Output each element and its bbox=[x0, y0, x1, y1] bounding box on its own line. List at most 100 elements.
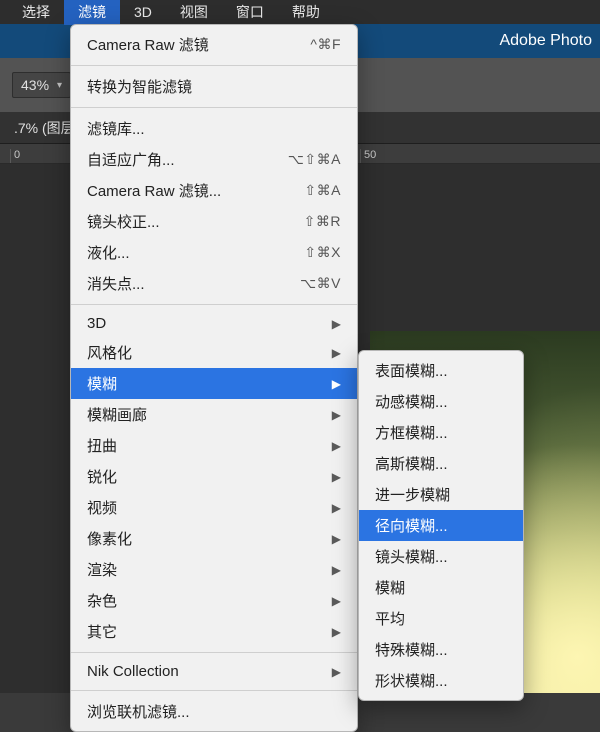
menu-window[interactable]: 窗口 bbox=[222, 0, 278, 25]
menu-item-label: 滤镜库... bbox=[87, 118, 145, 139]
menu-item-label: 平均 bbox=[375, 608, 405, 629]
blur-submenu: 表面模糊... 动感模糊... 方框模糊... 高斯模糊... 进一步模糊 径向… bbox=[358, 350, 524, 701]
menu-item-shortcut: ⌥⌘V bbox=[300, 275, 341, 292]
menu-separator bbox=[71, 304, 357, 305]
menu-item-3d[interactable]: 3D ▶ bbox=[71, 310, 357, 337]
menu-item-adaptive-wide-angle[interactable]: 自适应广角... ⌥⇧⌘A bbox=[71, 144, 357, 175]
menu-separator bbox=[71, 107, 357, 108]
menu-item-nik-collection[interactable]: Nik Collection ▶ bbox=[71, 658, 357, 685]
submenu-arrow-icon: ▶ bbox=[332, 470, 341, 484]
ruler-tick: 50 bbox=[360, 149, 430, 163]
menu-item-label: Nik Collection bbox=[87, 663, 179, 680]
menu-item-shortcut: ⇧⌘R bbox=[304, 213, 341, 230]
menu-item-label: 转换为智能滤镜 bbox=[87, 76, 192, 97]
submenu-arrow-icon: ▶ bbox=[332, 532, 341, 546]
menu-item-label: 表面模糊... bbox=[375, 360, 448, 381]
menu-help[interactable]: 帮助 bbox=[278, 0, 334, 25]
blur-average[interactable]: 平均 bbox=[359, 603, 523, 634]
menu-separator bbox=[71, 690, 357, 691]
zoom-value: 43% bbox=[21, 77, 49, 93]
menu-item-filter-gallery[interactable]: 滤镜库... bbox=[71, 113, 357, 144]
menu-item-distort[interactable]: 扭曲 ▶ bbox=[71, 430, 357, 461]
menu-separator bbox=[71, 652, 357, 653]
menu-item-label: 像素化 bbox=[87, 528, 132, 549]
menu-item-lens-correction[interactable]: 镜头校正... ⇧⌘R bbox=[71, 206, 357, 237]
menu-item-vanishing-point[interactable]: 消失点... ⌥⌘V bbox=[71, 268, 357, 299]
menu-filter[interactable]: 滤镜 bbox=[64, 0, 120, 25]
menu-item-convert-smart[interactable]: 转换为智能滤镜 bbox=[71, 71, 357, 102]
menu-item-shortcut: ⌥⇧⌘A bbox=[288, 151, 341, 168]
blur-radial[interactable]: 径向模糊... bbox=[359, 510, 523, 541]
blur-blur[interactable]: 模糊 bbox=[359, 572, 523, 603]
menu-item-liquify[interactable]: 液化... ⇧⌘X bbox=[71, 237, 357, 268]
menu-item-label: 镜头模糊... bbox=[375, 546, 448, 567]
blur-shape[interactable]: 形状模糊... bbox=[359, 665, 523, 696]
menu-item-label: 视频 bbox=[87, 497, 117, 518]
menu-item-label: 镜头校正... bbox=[87, 211, 160, 232]
menu-item-label: Camera Raw 滤镜... bbox=[87, 180, 221, 201]
menu-item-label: 形状模糊... bbox=[375, 670, 448, 691]
menu-item-noise[interactable]: 杂色 ▶ bbox=[71, 585, 357, 616]
menu-item-label: 模糊 bbox=[87, 373, 117, 394]
menu-item-stylize[interactable]: 风格化 ▶ bbox=[71, 337, 357, 368]
submenu-arrow-icon: ▶ bbox=[332, 377, 341, 391]
blur-surface[interactable]: 表面模糊... bbox=[359, 355, 523, 386]
submenu-arrow-icon: ▶ bbox=[332, 346, 341, 360]
zoom-select[interactable]: 43% ▾ bbox=[12, 72, 71, 98]
menu-item-label: 液化... bbox=[87, 242, 130, 263]
menu-view[interactable]: 视图 bbox=[166, 0, 222, 25]
submenu-arrow-icon: ▶ bbox=[332, 408, 341, 422]
menu-item-blur[interactable]: 模糊 ▶ bbox=[71, 368, 357, 399]
menu-item-pixelate[interactable]: 像素化 ▶ bbox=[71, 523, 357, 554]
menu-item-other[interactable]: 其它 ▶ bbox=[71, 616, 357, 647]
menu-item-label: 其它 bbox=[87, 621, 117, 642]
menu-item-sharpen[interactable]: 锐化 ▶ bbox=[71, 461, 357, 492]
menu-item-browse-online[interactable]: 浏览联机滤镜... bbox=[71, 696, 357, 727]
menu-item-label: 进一步模糊 bbox=[375, 484, 450, 505]
menu-item-label: 浏览联机滤镜... bbox=[87, 701, 190, 722]
menu-item-video[interactable]: 视频 ▶ bbox=[71, 492, 357, 523]
submenu-arrow-icon: ▶ bbox=[332, 439, 341, 453]
menu-item-label: Camera Raw 滤镜 bbox=[87, 34, 209, 55]
submenu-arrow-icon: ▶ bbox=[332, 665, 341, 679]
blur-smart[interactable]: 特殊模糊... bbox=[359, 634, 523, 665]
menu-item-label: 动感模糊... bbox=[375, 391, 448, 412]
submenu-arrow-icon: ▶ bbox=[332, 317, 341, 331]
menu-item-camera-raw-filter[interactable]: Camera Raw 滤镜... ⇧⌘A bbox=[71, 175, 357, 206]
filter-menu: Camera Raw 滤镜 ^⌘F 转换为智能滤镜 滤镜库... 自适应广角..… bbox=[70, 24, 358, 732]
menu-item-label: 风格化 bbox=[87, 342, 132, 363]
blur-motion[interactable]: 动感模糊... bbox=[359, 386, 523, 417]
submenu-arrow-icon: ▶ bbox=[332, 594, 341, 608]
menu-item-label: 模糊 bbox=[375, 577, 405, 598]
menu-item-label: 扭曲 bbox=[87, 435, 117, 456]
menu-item-shortcut: ⇧⌘A bbox=[304, 182, 341, 199]
blur-gaussian[interactable]: 高斯模糊... bbox=[359, 448, 523, 479]
blur-box[interactable]: 方框模糊... bbox=[359, 417, 523, 448]
menu-item-label: 锐化 bbox=[87, 466, 117, 487]
menu-item-render[interactable]: 渲染 ▶ bbox=[71, 554, 357, 585]
menu-item-shortcut: ⇧⌘X bbox=[304, 244, 341, 261]
menu-item-label: 方框模糊... bbox=[375, 422, 448, 443]
submenu-arrow-icon: ▶ bbox=[332, 501, 341, 515]
menu-item-label: 渲染 bbox=[87, 559, 117, 580]
blur-more[interactable]: 进一步模糊 bbox=[359, 479, 523, 510]
menu-item-label: 高斯模糊... bbox=[375, 453, 448, 474]
menu-item-label: 3D bbox=[87, 315, 106, 332]
brand-label: Adobe Photo bbox=[499, 32, 592, 50]
menu-separator bbox=[71, 65, 357, 66]
submenu-arrow-icon: ▶ bbox=[332, 563, 341, 577]
blur-lens[interactable]: 镜头模糊... bbox=[359, 541, 523, 572]
submenu-arrow-icon: ▶ bbox=[332, 625, 341, 639]
menu-item-label: 径向模糊... bbox=[375, 515, 448, 536]
menu-item-camera-raw-last[interactable]: Camera Raw 滤镜 ^⌘F bbox=[71, 29, 357, 60]
menu-select[interactable]: 选择 bbox=[8, 0, 64, 25]
menu-item-label: 模糊画廊 bbox=[87, 404, 147, 425]
menu-3d[interactable]: 3D bbox=[120, 1, 166, 23]
menu-item-shortcut: ^⌘F bbox=[310, 36, 341, 53]
menu-item-label: 特殊模糊... bbox=[375, 639, 448, 660]
menu-item-label: 自适应广角... bbox=[87, 149, 175, 170]
menu-item-blur-gallery[interactable]: 模糊画廊 ▶ bbox=[71, 399, 357, 430]
menubar: 选择 滤镜 3D 视图 窗口 帮助 bbox=[0, 0, 600, 24]
chevron-down-icon: ▾ bbox=[57, 80, 62, 91]
menu-item-label: 消失点... bbox=[87, 273, 145, 294]
